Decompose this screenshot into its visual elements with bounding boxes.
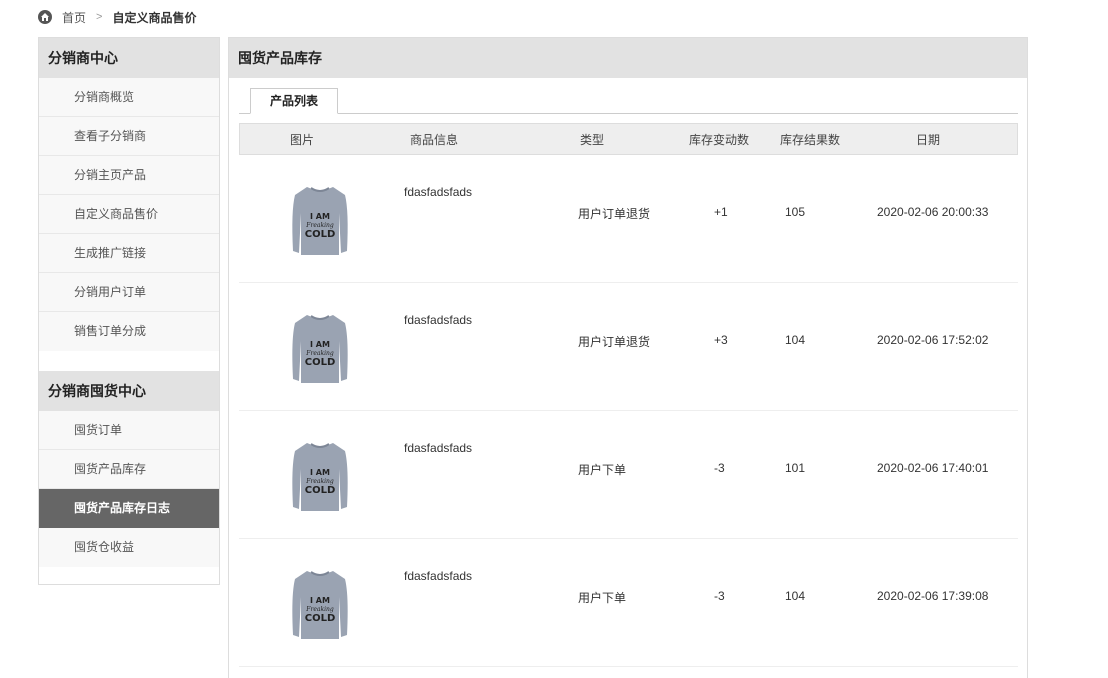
sidebar-item-custom-price[interactable]: 自定义商品售价 <box>39 195 219 234</box>
sidebar-item-sub-distributors[interactable]: 查看子分销商 <box>39 117 219 156</box>
product-print-text: Freaking <box>305 478 334 485</box>
stock-change: +3 <box>714 333 728 347</box>
log-date: 2020-02-06 17:52:02 <box>877 333 989 347</box>
stock-log-table: 图片 商品信息 类型 库存变动数 库存结果数 日期 I AM Freaking … <box>239 123 1018 667</box>
sidebar-section-title: 分销商中心 <box>39 38 219 78</box>
table-row: I AM Freaking COLD fdasfadsfads 用户订单退货 +… <box>239 283 1018 411</box>
page-title: 囤货产品库存 <box>229 38 1027 78</box>
tab-product-list[interactable]: 产品列表 <box>250 88 338 114</box>
stock-change: -3 <box>714 461 725 475</box>
sidebar: 分销商中心 分销商概览 查看子分销商 分销主页产品 自定义商品售价 生成推广链接… <box>38 37 220 585</box>
sidebar-gap <box>39 351 219 371</box>
column-header-info: 商品信息 <box>410 132 459 147</box>
breadcrumb-separator: > <box>96 11 103 23</box>
product-print-text: COLD <box>305 229 336 240</box>
table-row: I AM Freaking COLD fdasfadsfads 用户下单 -3 … <box>239 539 1018 667</box>
stock-result: 104 <box>785 589 806 603</box>
product-image[interactable]: I AM Freaking COLD <box>289 437 351 517</box>
sidebar-item-stock-orders[interactable]: 囤货订单 <box>39 411 219 450</box>
product-info[interactable]: fdasfadsfads <box>404 441 472 455</box>
breadcrumb: 首页 > 自定义商品售价 <box>38 8 196 26</box>
product-print-text: I AM <box>310 468 330 477</box>
log-date: 2020-02-06 17:39:08 <box>877 589 989 603</box>
sidebar-item-warehouse-earnings[interactable]: 囤货仓收益 <box>39 528 219 567</box>
table-row: I AM Freaking COLD fdasfadsfads 用户下单 -3 … <box>239 411 1018 539</box>
product-print-text: COLD <box>305 357 336 368</box>
sidebar-item-home-products[interactable]: 分销主页产品 <box>39 156 219 195</box>
sidebar-item-stock-inventory[interactable]: 囤货产品库存 <box>39 450 219 489</box>
breadcrumb-current: 自定义商品售价 <box>112 10 197 25</box>
product-image[interactable]: I AM Freaking COLD <box>289 181 351 261</box>
column-header-date: 日期 <box>916 132 941 147</box>
stock-result: 101 <box>785 461 806 475</box>
table-header: 图片 商品信息 类型 库存变动数 库存结果数 日期 <box>239 123 1018 155</box>
sidebar-item-order-commission[interactable]: 销售订单分成 <box>39 312 219 351</box>
stock-result: 105 <box>785 205 806 219</box>
product-info[interactable]: fdasfadsfads <box>404 569 472 583</box>
product-print-text: I AM <box>310 340 330 349</box>
stock-change: +1 <box>714 205 728 219</box>
product-print-text: COLD <box>305 613 336 624</box>
sidebar-section-title: 分销商囤货中心 <box>39 371 219 411</box>
column-header-result: 库存结果数 <box>780 132 841 147</box>
product-info[interactable]: fdasfadsfads <box>404 185 472 199</box>
column-header-type: 类型 <box>580 132 605 147</box>
product-print-text: COLD <box>305 485 336 496</box>
product-print-text: Freaking <box>305 222 334 229</box>
change-type: 用户下单 <box>578 463 627 477</box>
sidebar-item-user-orders[interactable]: 分销用户订单 <box>39 273 219 312</box>
product-info[interactable]: fdasfadsfads <box>404 313 472 327</box>
stock-result: 104 <box>785 333 806 347</box>
product-print-text: I AM <box>310 212 330 221</box>
log-date: 2020-02-06 17:40:01 <box>877 461 989 475</box>
sidebar-item-promo-link[interactable]: 生成推广链接 <box>39 234 219 273</box>
breadcrumb-home-link[interactable]: 首页 <box>62 9 86 26</box>
product-print-text: I AM <box>310 596 330 605</box>
product-print-text: Freaking <box>305 606 334 613</box>
log-date: 2020-02-06 20:00:33 <box>877 205 989 219</box>
sidebar-item-distributor-overview[interactable]: 分销商概览 <box>39 78 219 117</box>
change-type: 用户订单退货 <box>578 207 651 221</box>
table-row: I AM Freaking COLD fdasfadsfads 用户订单退货 +… <box>239 155 1018 283</box>
column-header-image: 图片 <box>290 132 315 147</box>
change-type: 用户订单退货 <box>578 335 651 349</box>
product-print-text: Freaking <box>305 350 334 357</box>
sidebar-item-stock-log[interactable]: 囤货产品库存日志 <box>39 489 219 528</box>
stock-change: -3 <box>714 589 725 603</box>
change-type: 用户下单 <box>578 591 627 605</box>
tab-bar: 产品列表 <box>239 88 1018 114</box>
product-image[interactable]: I AM Freaking COLD <box>289 565 351 645</box>
main-panel: 囤货产品库存 产品列表 图片 商品信息 类型 库存变动数 库存结果数 日期 I … <box>228 37 1028 678</box>
product-image[interactable]: I AM Freaking COLD <box>289 309 351 389</box>
column-header-change: 库存变动数 <box>689 132 750 147</box>
home-icon[interactable] <box>38 10 52 24</box>
